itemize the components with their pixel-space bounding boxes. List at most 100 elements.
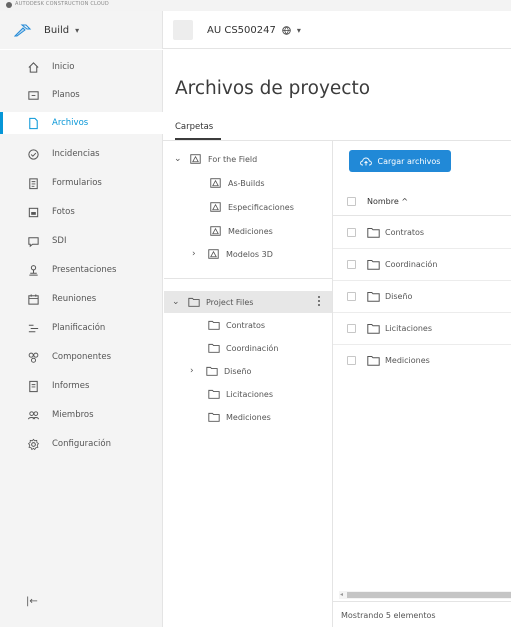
components-icon <box>26 350 40 364</box>
chevron-down-icon: ▾ <box>75 25 80 35</box>
sidebar-item-label: Reuniones <box>52 294 97 304</box>
sidebar-item-label: Inicio <box>52 62 75 72</box>
sidebar-item-sdi[interactable]: SDI <box>0 230 163 252</box>
chevron-down-icon: ⌄ <box>174 154 182 164</box>
table-row[interactable]: Mediciones <box>333 345 511 377</box>
sidebar-item-formularios[interactable]: Formularios <box>0 172 163 194</box>
folder-icon <box>188 297 200 307</box>
tree-item-label: Mediciones <box>226 412 271 422</box>
home-icon <box>26 60 40 74</box>
tab-carpetas[interactable]: Carpetas <box>175 122 213 132</box>
sidebar-item-componentes[interactable]: Componentes <box>0 346 163 368</box>
folder-tree: ⌄ For the Field As-Builds Especificacion… <box>164 141 333 627</box>
sidebar-item-label: Formularios <box>52 178 102 188</box>
scroll-left-icon[interactable]: ◂ <box>340 591 343 598</box>
photos-icon <box>26 205 40 219</box>
members-icon <box>26 408 40 422</box>
table-row[interactable]: Coordinación <box>333 249 511 281</box>
file-icon <box>26 116 40 130</box>
cloud-upload-icon <box>359 157 372 166</box>
sidebar-item-miembros[interactable]: Miembros <box>0 404 163 426</box>
folder-icon <box>367 355 380 366</box>
sidebar-item-planos[interactable]: Planos <box>0 84 163 106</box>
row-checkbox[interactable] <box>347 228 356 237</box>
folder-icon <box>208 412 220 422</box>
field-folder-icon <box>210 202 221 212</box>
folder-name[interactable]: Contratos <box>385 228 424 237</box>
sidebar-item-incidencias[interactable]: Incidencias <box>0 143 163 165</box>
folder-name[interactable]: Coordinación <box>385 260 437 269</box>
file-list-panel: Cargar archivos Nombre ^ Contratos Coord… <box>333 141 511 627</box>
tree-item-label: For the Field <box>208 154 258 164</box>
sidebar-item-label: Incidencias <box>52 149 100 159</box>
project-selector[interactable]: AU CS500247 ▾ <box>173 11 301 49</box>
upload-files-button[interactable]: Cargar archivos <box>349 150 451 172</box>
field-folder-icon <box>208 249 219 259</box>
folder-icon <box>367 323 380 334</box>
chevron-down-icon: ▾ <box>296 25 301 35</box>
table-header: Nombre ^ <box>333 188 511 216</box>
folder-icon <box>367 259 380 270</box>
sidebar-item-archivos[interactable]: Archivos <box>0 112 163 134</box>
rfi-icon <box>26 234 40 248</box>
field-folder-icon <box>210 178 221 188</box>
tree-item-label: Coordinación <box>226 343 279 353</box>
schedule-icon <box>26 321 40 335</box>
sidebar-item-informes[interactable]: Informes <box>0 375 163 397</box>
sidebar-item-label: Informes <box>52 381 90 391</box>
tree-item-label: Modelos 3D <box>226 249 273 259</box>
table-row[interactable]: Contratos <box>333 217 511 249</box>
project-thumbnail <box>173 20 193 40</box>
sidebar-item-reuniones[interactable]: Reuniones <box>0 288 163 310</box>
table-row[interactable]: Diseño <box>333 281 511 313</box>
sidebar-item-label: Presentaciones <box>52 265 117 275</box>
tree-divider <box>164 278 333 279</box>
sidebar-item-label: Fotos <box>52 207 75 217</box>
build-icon <box>14 23 32 37</box>
sidebar-item-fotos[interactable]: Fotos <box>0 201 163 223</box>
row-checkbox[interactable] <box>347 356 356 365</box>
sheets-icon <box>26 88 40 102</box>
collapse-sidebar-button[interactable]: |← <box>26 596 38 607</box>
sidebar-item-planificacion[interactable]: Planificación <box>0 317 163 339</box>
row-checkbox[interactable] <box>347 324 356 333</box>
horizontal-scrollbar[interactable]: ◂ <box>339 591 511 599</box>
sidebar-item-label: Configuración <box>52 439 111 449</box>
sidebar-item-label: Planos <box>52 90 80 100</box>
sidebar-item-label: Planificación <box>52 323 106 333</box>
scrollbar-thumb[interactable] <box>347 592 511 598</box>
more-options-icon[interactable] <box>317 295 321 307</box>
tree-item-label: Especificaciones <box>228 202 294 212</box>
brand-bar: AUTODESK CONSTRUCTION CLOUD <box>0 0 511 11</box>
app-window: AUTODESK CONSTRUCTION CLOUD Build ▾ AU C… <box>0 0 511 627</box>
field-folder-icon <box>190 154 201 164</box>
select-all-checkbox[interactable] <box>347 197 356 206</box>
sidebar-item-presentaciones[interactable]: Presentaciones <box>0 259 163 281</box>
row-checkbox[interactable] <box>347 292 356 301</box>
folder-name[interactable]: Licitaciones <box>385 324 432 333</box>
tree-item-label: Contratos <box>226 320 266 330</box>
module-switcher[interactable]: Build ▾ <box>0 11 163 49</box>
sidebar-item-label: Miembros <box>52 410 94 420</box>
column-header-nombre[interactable]: Nombre ^ <box>367 197 408 206</box>
chevron-right-icon: › <box>192 249 196 259</box>
globe-icon <box>282 25 291 35</box>
page-title: Archivos de proyecto <box>175 78 371 99</box>
settings-icon <box>26 437 40 451</box>
submittals-icon <box>26 263 40 277</box>
folder-name[interactable]: Diseño <box>385 292 412 301</box>
folder-icon <box>208 320 220 330</box>
forms-icon <box>26 176 40 190</box>
table-row[interactable]: Licitaciones <box>333 313 511 345</box>
folder-name[interactable]: Mediciones <box>385 356 430 365</box>
row-checkbox[interactable] <box>347 260 356 269</box>
chevron-down-icon: ⌄ <box>172 297 180 307</box>
tree-item-label: Project Files <box>206 297 254 307</box>
sidebar-item-inicio[interactable]: Inicio <box>0 56 163 78</box>
folder-icon <box>367 291 380 302</box>
list-footer: Mostrando 5 elementos <box>333 601 511 627</box>
sidebar-item-configuracion[interactable]: Configuración <box>0 433 163 455</box>
autodesk-logo-icon <box>6 2 12 8</box>
brand-name: AUTODESK CONSTRUCTION CLOUD <box>15 1 109 7</box>
tree-item-label: As-Builds <box>228 178 265 188</box>
